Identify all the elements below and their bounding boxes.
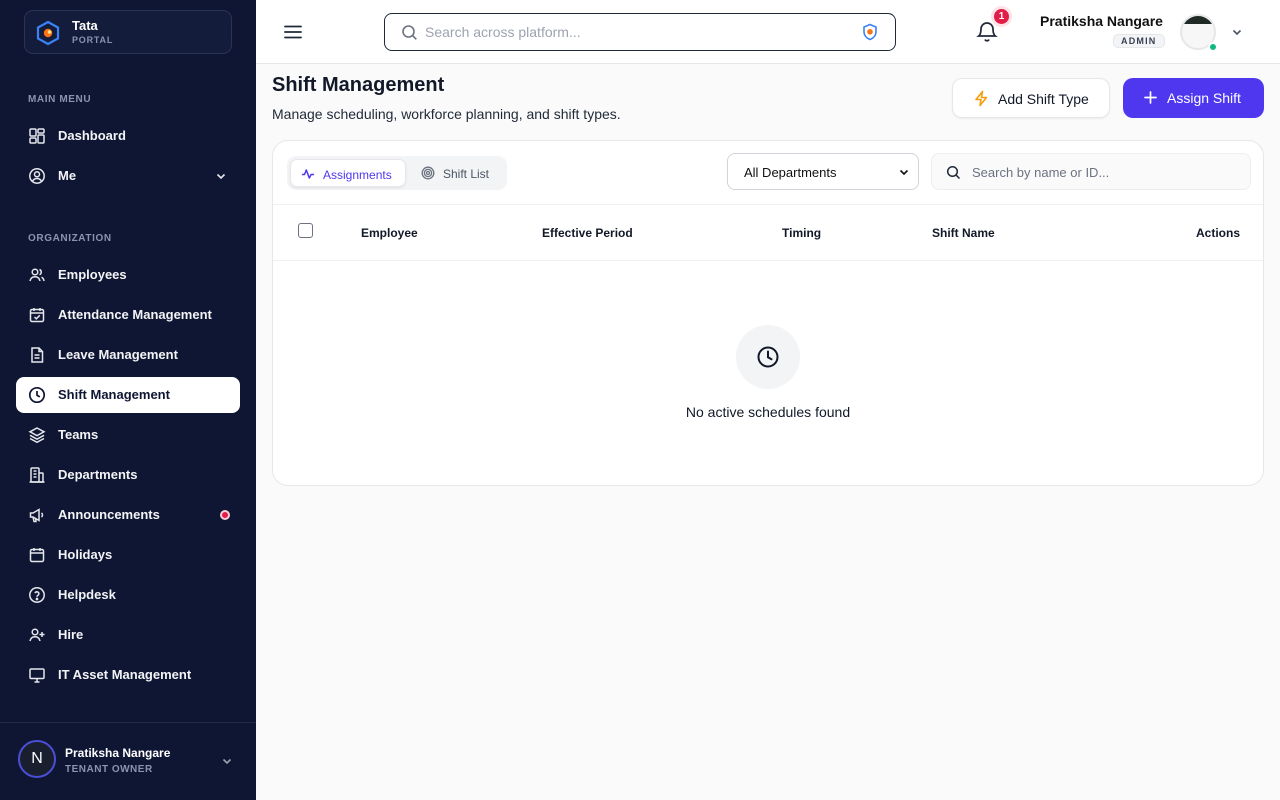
column-header-shift-name[interactable]: Shift Name <box>932 226 995 240</box>
chevron-down-icon <box>222 758 232 765</box>
sidebar-item-label: Teams <box>58 427 99 442</box>
employee-search-input[interactable] <box>972 163 1232 181</box>
chevron-down-icon[interactable] <box>1230 25 1244 39</box>
page-title: Shift Management <box>272 74 445 96</box>
column-header-effective-period[interactable]: Effective Period <box>542 226 633 240</box>
column-header-timing[interactable]: Timing <box>782 226 821 240</box>
employee-search[interactable] <box>931 153 1251 190</box>
plus-icon <box>1144 91 1157 104</box>
sidebar-item-departments[interactable]: Departments <box>16 457 240 493</box>
tab-label: Assignments <box>323 168 392 182</box>
empty-state-icon <box>736 325 800 389</box>
calendar-icon <box>29 548 45 563</box>
add-shift-type-label: Add Shift Type <box>998 91 1089 107</box>
sidebar-item-teams[interactable]: Teams <box>16 417 240 453</box>
top-header: 1 Pratiksha Nangare ADMIN <box>256 0 1280 64</box>
document-icon <box>31 347 44 363</box>
lightning-icon <box>975 90 988 107</box>
sidebar-item-label: Helpdesk <box>58 587 116 602</box>
brand-name: Tata <box>72 18 98 33</box>
empty-state-message: No active schedules found <box>685 404 851 420</box>
sidebar-item-leave-management[interactable]: Leave Management <box>16 337 240 373</box>
shift-assignments-card: Assignments Shift List All Departments E… <box>272 140 1264 486</box>
sidebar-item-dashboard[interactable]: Dashboard <box>16 118 240 154</box>
column-header-employee[interactable]: Employee <box>361 226 418 240</box>
shield-logo-icon <box>863 23 877 41</box>
help-circle-icon <box>29 587 45 603</box>
sidebar-item-holidays[interactable]: Holidays <box>16 537 240 573</box>
chevron-down-icon <box>899 169 909 176</box>
chevron-down-icon <box>216 173 226 180</box>
global-search-input[interactable] <box>425 22 845 42</box>
avatar: N <box>18 740 56 778</box>
add-shift-type-button[interactable]: Add Shift Type <box>952 78 1110 118</box>
brand-switcher[interactable]: Tata PORTAL <box>24 10 232 54</box>
megaphone-icon <box>29 508 44 523</box>
target-icon <box>421 166 435 180</box>
profile-role: TENANT OWNER <box>65 764 153 775</box>
layers-icon <box>28 427 46 444</box>
user-plus-icon <box>29 628 45 642</box>
hamburger-menu-icon[interactable] <box>282 21 304 43</box>
notification-dot <box>220 510 230 520</box>
sidebar-item-label: Announcements <box>58 507 160 522</box>
select-all-checkbox[interactable] <box>298 223 313 238</box>
sidebar-item-label: Dashboard <box>58 128 126 143</box>
search-icon <box>946 165 961 180</box>
sidebar-item-label: Attendance Management <box>58 307 212 322</box>
brand-subtitle: PORTAL <box>72 35 114 45</box>
brand-logo-icon <box>36 20 60 46</box>
notification-count-badge: 1 <box>991 6 1012 27</box>
sidebar-item-label: Shift Management <box>58 387 170 402</box>
user-circle-icon <box>29 168 45 184</box>
calendar-check-icon <box>29 308 45 323</box>
profile-name: Pratiksha Nangare <box>65 746 171 760</box>
sidebar-item-label: IT Asset Management <box>58 667 192 682</box>
sidebar-item-label: Employees <box>58 267 127 282</box>
dashboard-icon <box>29 128 45 144</box>
header-user-name: Pratiksha Nangare <box>1040 13 1163 29</box>
building-icon <box>29 467 45 483</box>
sidebar-item-label: Holidays <box>58 547 113 562</box>
sidebar-item-employees[interactable]: Employees <box>16 257 240 293</box>
clock-icon <box>757 346 779 368</box>
header-user-role-badge: ADMIN <box>1113 34 1165 48</box>
tab-assignments[interactable]: Assignments <box>290 159 406 187</box>
sidebar-item-announcements[interactable]: Announcements <box>16 497 240 533</box>
sidebar-item-label: Leave Management <box>58 347 178 362</box>
sidebar: Tata PORTAL MAIN MENU Dashboard Me ORGAN… <box>0 0 256 800</box>
assign-shift-label: Assign Shift <box>1167 90 1241 106</box>
table-header: Employee Effective Period Timing Shift N… <box>273 204 1263 261</box>
sidebar-item-shift-management[interactable]: Shift Management <box>16 377 240 413</box>
tab-shift-list[interactable]: Shift List <box>411 159 505 187</box>
sidebar-item-it-asset-management[interactable]: IT Asset Management <box>16 657 240 693</box>
monitor-icon <box>29 668 45 683</box>
online-status-indicator <box>1208 42 1218 52</box>
sidebar-user-profile[interactable]: N Pratiksha Nangare TENANT OWNER <box>0 722 256 800</box>
clock-icon <box>28 386 46 404</box>
page-subtitle: Manage scheduling, workforce planning, a… <box>272 106 621 122</box>
sidebar-item-helpdesk[interactable]: Helpdesk <box>16 577 240 613</box>
department-filter-select[interactable]: All Departments <box>727 153 919 190</box>
sidebar-item-hire[interactable]: Hire <box>16 617 240 653</box>
sidebar-item-label: Departments <box>58 467 138 482</box>
organization-label: ORGANIZATION <box>28 233 112 244</box>
search-icon <box>402 25 417 40</box>
sidebar-item-me[interactable]: Me <box>16 158 240 194</box>
department-filter-value: All Departments <box>744 165 837 180</box>
global-search[interactable] <box>384 13 896 51</box>
tab-label: Shift List <box>443 167 490 181</box>
view-tabs: Assignments Shift List <box>287 156 507 190</box>
activity-icon <box>302 169 314 179</box>
sidebar-item-label: Hire <box>58 627 84 642</box>
users-icon <box>29 268 45 282</box>
sidebar-item-label: Me <box>58 168 77 183</box>
assign-shift-button[interactable]: Assign Shift <box>1123 78 1264 118</box>
main-menu-label: MAIN MENU <box>28 94 92 105</box>
column-header-actions: Actions <box>1196 226 1241 240</box>
sidebar-item-attendance-management[interactable]: Attendance Management <box>16 297 240 333</box>
